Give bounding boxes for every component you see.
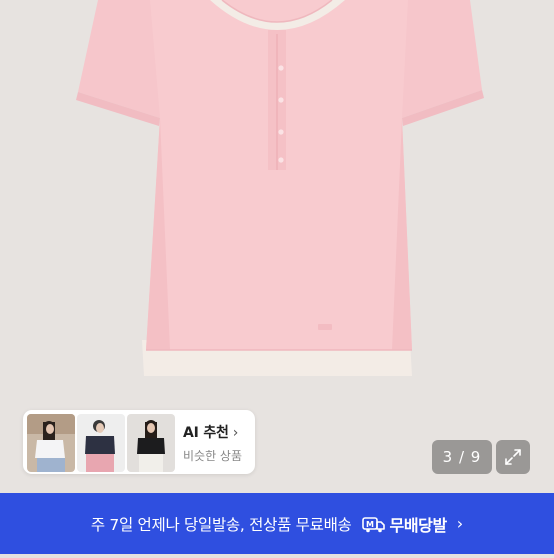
svg-text:M: M [366,520,374,529]
delivery-truck-icon: M [361,516,385,532]
model-white-tee-photo [27,414,75,472]
chevron-right-icon: › [456,514,464,533]
brand-badge: M 무배당발 [361,512,448,536]
recommend-thumbnail-3[interactable] [127,414,175,472]
expand-image-button[interactable] [496,440,530,474]
ai-recommendation-card[interactable]: AI 추천 › 비슷한 상품 [23,410,255,474]
recommend-thumbnail-2[interactable] [77,414,125,472]
image-page-counter: 3 / 9 [432,440,492,474]
ai-recommend-title: AI 추천 › [183,425,239,441]
ai-recommend-subtitle: 비슷한 상품 [183,449,243,463]
free-shipping-banner[interactable]: 주 7일 언제나 당일발송, 전상품 무료배송 M 무배당발 › [0,493,554,554]
chevron-right-icon: › [232,425,239,441]
brand-label: 무배당발 [389,515,448,535]
expand-arrows-icon [505,449,521,465]
model-black-tee-photo [127,414,175,472]
model-navy-tee-photo [77,414,125,472]
recommend-thumbnail-1[interactable] [27,414,75,472]
banner-text: 주 7일 언제나 당일발송, 전상품 무료배송 [90,515,352,534]
ai-recommend-text[interactable]: AI 추천 › 비슷한 상품 [183,422,242,464]
